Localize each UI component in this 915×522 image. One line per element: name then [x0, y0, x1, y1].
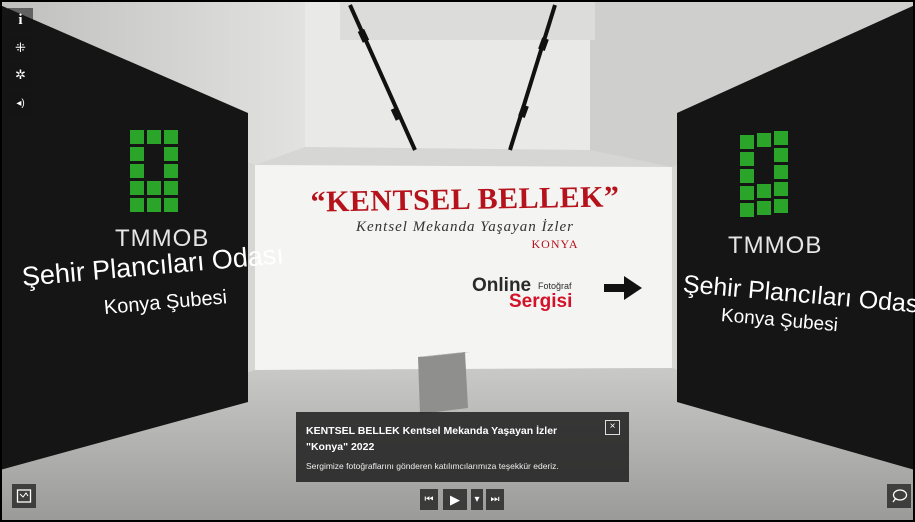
skip-forward-icon: ⏭: [490, 494, 500, 505]
speaker-icon: ◂): [16, 98, 25, 109]
map-button[interactable]: [12, 484, 36, 508]
chevron-down-icon: ▾: [474, 494, 480, 505]
sergisi-label: Sergisi: [509, 291, 573, 312]
settings-button[interactable]: ✲: [8, 62, 33, 87]
fullscreen-toggle[interactable]: ⁜: [8, 35, 33, 60]
popup-title-line1: KENTSEL BELLEK Kentsel Mekanda Yaşayan İ…: [306, 425, 558, 437]
map-icon: [16, 489, 32, 503]
popup-title-line2: "Konya" 2022: [306, 441, 375, 453]
exhibition-subtitle: Kentsel Mekanda Yaşayan İzler: [355, 219, 574, 235]
arrow-right-icon: [604, 276, 642, 300]
skip-back-icon: ⏮: [424, 494, 434, 505]
close-icon: ×: [609, 421, 616, 432]
info-button[interactable]: i: [8, 8, 33, 33]
info-popup: KENTSEL BELLEK Kentsel Mekanda Yaşayan İ…: [296, 412, 629, 482]
play-icon: ▶: [450, 491, 460, 507]
play-button[interactable]: ▶: [443, 489, 467, 510]
previous-button[interactable]: ⏮: [420, 489, 438, 510]
playback-dropdown[interactable]: ▾: [471, 489, 483, 510]
close-button[interactable]: ×: [605, 420, 620, 435]
right-panel-org: TMMOB: [728, 232, 823, 259]
exhibition-title: “KENTSEL BELLEK”: [310, 180, 620, 219]
next-button[interactable]: ⏭: [486, 489, 504, 510]
sound-toggle[interactable]: ◂): [8, 91, 33, 116]
exhibition-city: KONYA: [531, 237, 579, 251]
chat-button[interactable]: [887, 484, 911, 508]
info-icon: i: [18, 12, 23, 28]
gear-icon: ✲: [15, 66, 26, 82]
popup-body: Sergimize fotoğraflarını gönderen katılı…: [306, 461, 559, 471]
gallery-viewer[interactable]: i ⁜ ✲ ◂) “KENTSEL BELLEK” Kentsel Mekand…: [0, 0, 915, 522]
chat-bubble-icon: [892, 489, 908, 503]
fullscreen-icon: ⁜: [15, 39, 26, 55]
fotograf-label: Fotoğraf: [538, 281, 572, 291]
